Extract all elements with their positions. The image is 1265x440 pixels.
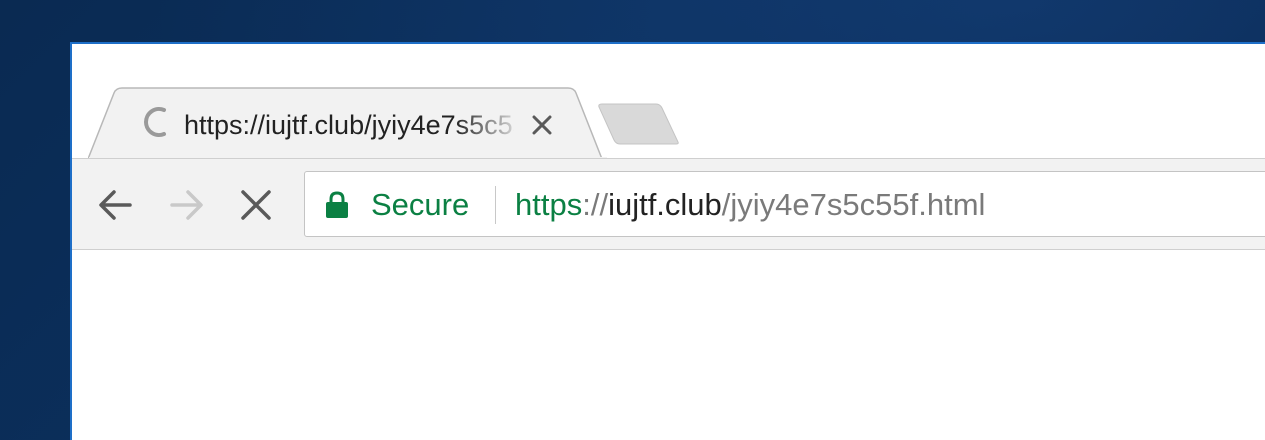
- back-button[interactable]: [94, 183, 138, 227]
- forward-arrow-icon: [170, 190, 203, 220]
- active-tab[interactable]: https://iujtf.club/jyiy4e7s5c55f.html: [88, 87, 608, 161]
- page-content: [72, 250, 1265, 440]
- browser-window: https://iujtf.club/jyiy4e7s5c55f.html: [70, 42, 1265, 440]
- new-tab-icon[interactable]: [592, 102, 684, 146]
- url-path: /jyiy4e7s5c55f.html: [721, 187, 986, 222]
- forward-button[interactable]: [164, 183, 208, 227]
- tab-title: https://iujtf.club/jyiy4e7s5c55f.html: [184, 110, 514, 140]
- url-separator: ://: [582, 187, 609, 222]
- url-scheme: https: [515, 187, 583, 222]
- close-icon[interactable]: [528, 111, 556, 139]
- url-text[interactable]: https://iujtf.club/jyiy4e7s5c55f.html: [515, 186, 985, 224]
- address-bar[interactable]: Secure https://iujtf.club/jyiy4e7s5c55f.…: [304, 171, 1265, 237]
- lock-icon[interactable]: [325, 191, 349, 219]
- security-label[interactable]: Secure: [371, 186, 469, 224]
- spinner-icon: [144, 107, 166, 137]
- tab-strip: https://iujtf.club/jyiy4e7s5c55f.html: [72, 44, 1265, 161]
- url-host: iujtf.club: [608, 187, 722, 222]
- stop-button[interactable]: [234, 183, 278, 227]
- omnibox-divider: [495, 186, 496, 224]
- back-arrow-icon: [99, 190, 132, 220]
- stop-icon: [241, 190, 271, 220]
- toolbar: Secure https://iujtf.club/jyiy4e7s5c55f.…: [72, 158, 1265, 250]
